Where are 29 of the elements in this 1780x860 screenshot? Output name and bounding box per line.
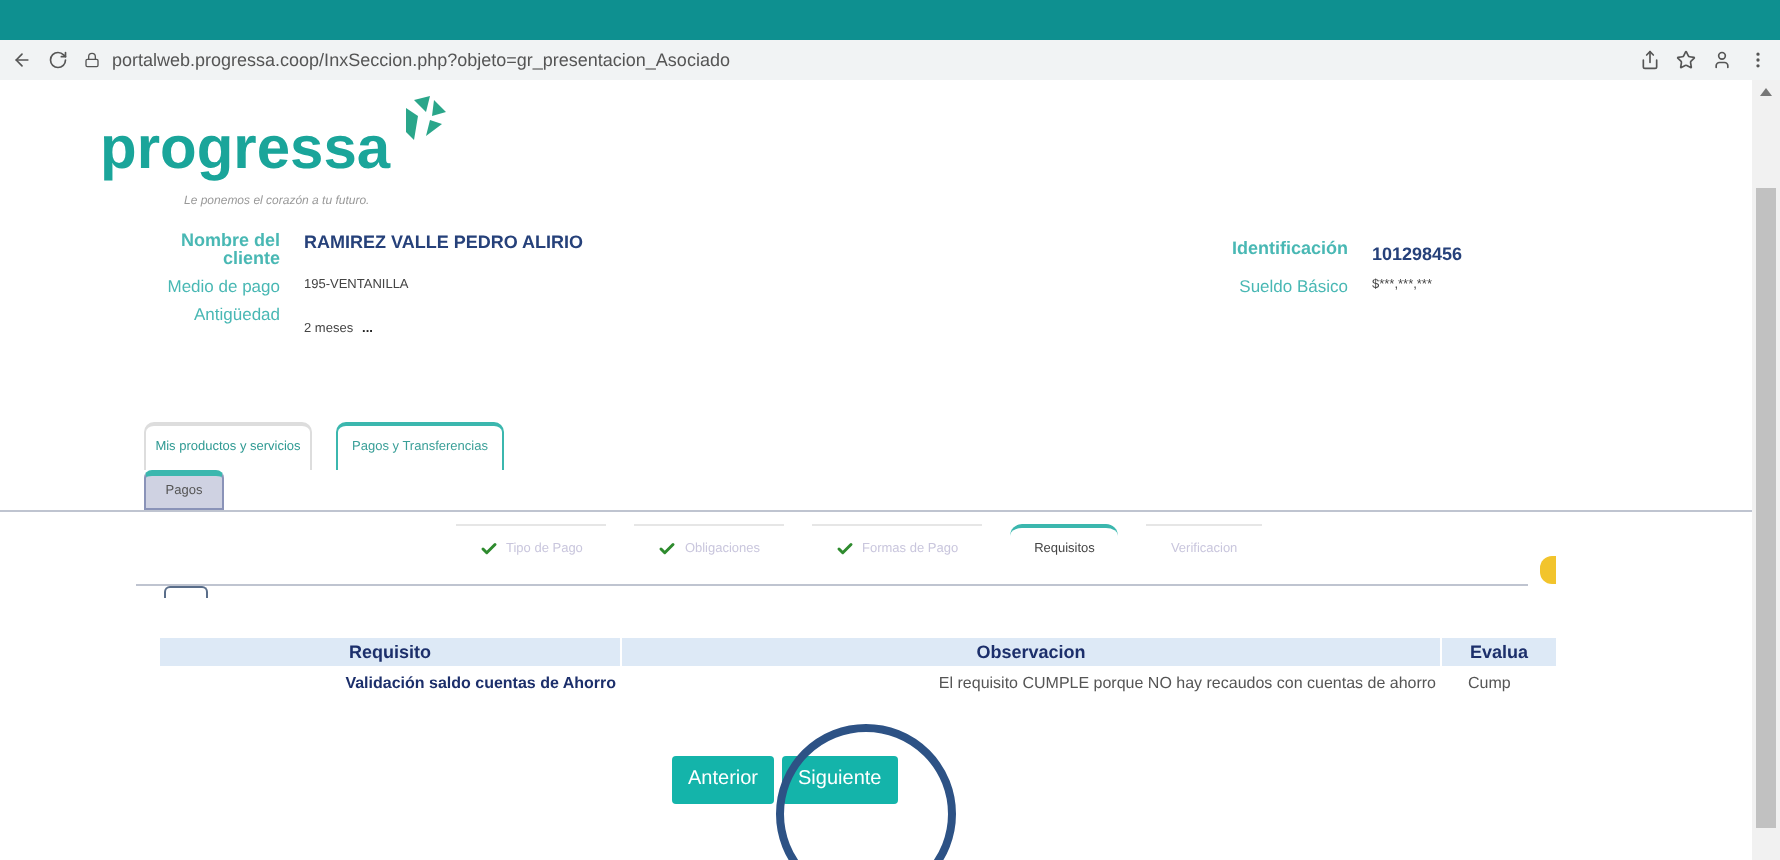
scroll-up-icon[interactable] (1760, 88, 1772, 96)
column-header: Requisito (160, 637, 620, 665)
check-icon (658, 539, 677, 557)
field-label: Medio de pago (165, 278, 280, 295)
tab-edge-icon (164, 585, 208, 597)
client-name: RAMIREZ VALLE PEDRO ALIRIO (304, 232, 585, 252)
field-label: Sueldo Básico (1237, 278, 1348, 295)
bookmark-icon[interactable] (1676, 50, 1696, 70)
table-cell-text: Validación saldo cuentas de Ahorro (343, 671, 618, 695)
nav-button[interactable]: Siguiente (782, 755, 898, 803)
table-cell-text: El requisito CUMPLE porque NO hay recaudos con cuentas de ahorro (936, 671, 1438, 696)
back-icon[interactable] (12, 50, 32, 70)
profile-icon[interactable] (1712, 50, 1732, 70)
field-label: Antigüedad (191, 305, 280, 322)
check-icon (836, 539, 855, 557)
lock-icon (84, 52, 100, 68)
table-cell-text: Cump (1466, 671, 1513, 696)
column-header: Evalua (1440, 637, 1556, 665)
column-header: Observacion (620, 637, 1440, 665)
share-icon[interactable] (1640, 50, 1660, 70)
scrollbar-thumb[interactable] (1756, 188, 1776, 828)
client-id: 101298456 (1372, 244, 1465, 264)
check-icon (480, 539, 498, 557)
brand-logo: progressa (100, 116, 391, 184)
reload-icon[interactable] (48, 50, 68, 70)
nav-button[interactable]: Anterior (672, 755, 775, 803)
field-label: Nombre del cliente (178, 232, 280, 268)
field-label: Identificación (1229, 240, 1348, 258)
address-field[interactable]: portalweb.progressa.coop/InxSeccion.php?objeto=gr_presentacion_Asociado (112, 50, 730, 70)
